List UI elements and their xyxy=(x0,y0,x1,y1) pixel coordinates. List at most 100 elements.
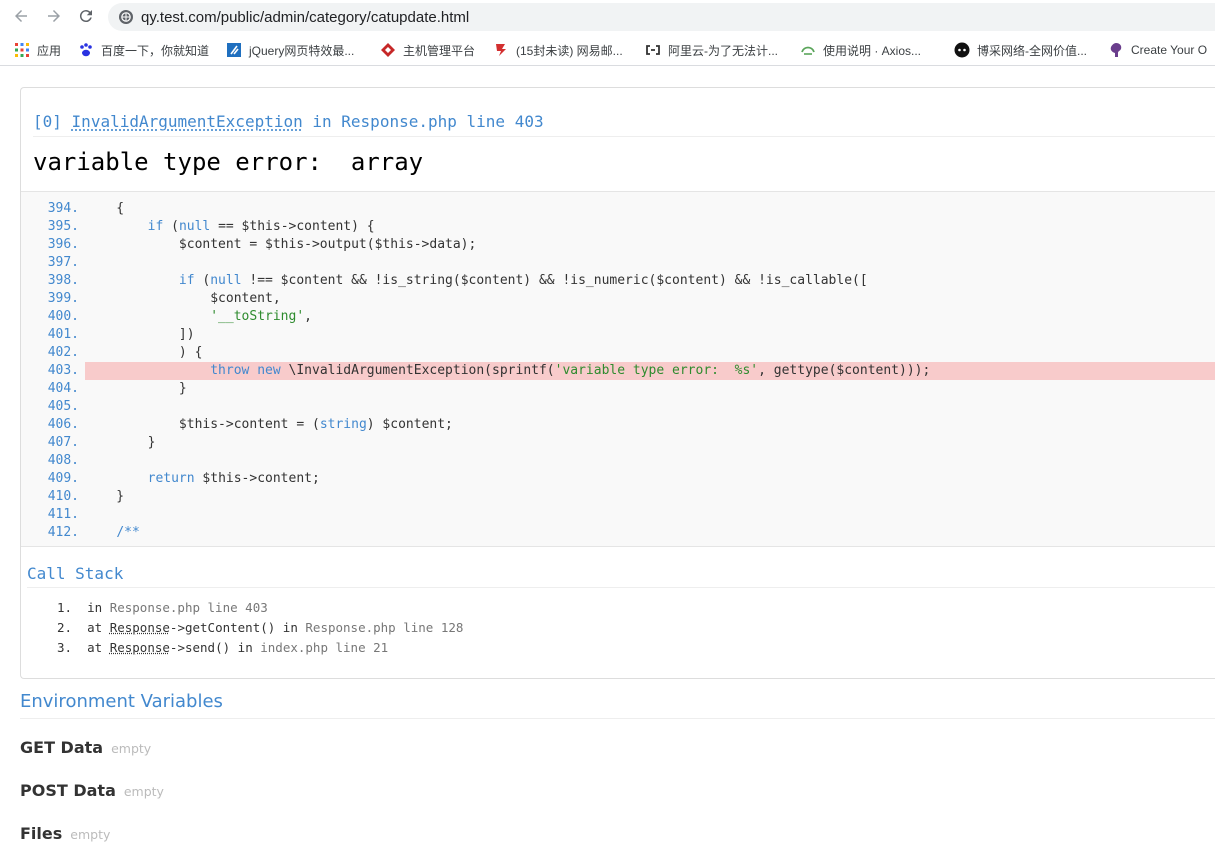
env-label: GET Data xyxy=(20,738,103,757)
env-value: empty xyxy=(124,784,164,799)
stack-number: 1. xyxy=(57,600,72,615)
call-stack-item: 2. at Response->getContent() in Response… xyxy=(57,620,463,635)
jquery-icon xyxy=(226,42,242,58)
bookmark-label: 使用说明 · Axios... xyxy=(823,42,921,59)
bookmark-label: 百度一下，你就知道 xyxy=(101,42,209,59)
netease-mail-icon xyxy=(493,42,509,58)
code-text: { xyxy=(85,200,124,218)
host-panel-icon xyxy=(380,42,396,58)
forward-button[interactable] xyxy=(42,4,66,28)
code-line: 405. xyxy=(21,398,1215,416)
stack-class-link[interactable]: Response xyxy=(110,640,170,655)
code-line-highlighted: 403. throw new \InvalidArgumentException… xyxy=(21,362,1215,380)
line-number: 404. xyxy=(21,380,79,398)
bookmark-label: jQuery网页特效最... xyxy=(249,42,354,59)
bookmark-aliyun[interactable]: 阿里云-为了无法计... xyxy=(645,40,778,60)
stack-path: Response.php line 403 xyxy=(110,600,268,615)
exception-line-word: line xyxy=(467,112,506,131)
reload-button[interactable] xyxy=(74,4,98,28)
code-line: 412. /** xyxy=(21,524,1215,542)
stack-class-link[interactable]: Response xyxy=(110,620,170,635)
line-number: 401. xyxy=(21,326,79,344)
stack-in-word: in xyxy=(275,620,305,635)
bookmark-create[interactable]: Create Your O xyxy=(1108,40,1207,60)
arrow-left-icon xyxy=(12,7,30,25)
create-icon xyxy=(1108,42,1124,58)
site-info-icon[interactable] xyxy=(118,9,134,25)
code-line: 396. $content = $this->output($this->dat… xyxy=(21,236,1215,254)
line-number: 399. xyxy=(21,290,79,308)
exception-line: 403 xyxy=(515,112,544,131)
line-number: 411. xyxy=(21,506,79,524)
exception-title: [0] InvalidArgumentException in Response… xyxy=(33,112,544,131)
line-number: 400. xyxy=(21,308,79,326)
line-number: 410. xyxy=(21,488,79,506)
code-text: throw new \InvalidArgumentException(spri… xyxy=(85,362,930,380)
bookmark-bocai[interactable]: 博采网络-全网价值... xyxy=(954,40,1087,60)
call-stack-title: Call Stack xyxy=(27,564,123,583)
stack-prefix: in xyxy=(87,600,110,615)
stack-number: 3. xyxy=(57,640,72,655)
stack-prefix: at xyxy=(87,620,110,635)
code-line: 404. } xyxy=(21,380,1215,398)
code-text: } xyxy=(85,380,187,398)
code-line: 399. $content, xyxy=(21,290,1215,308)
code-text: ]) xyxy=(85,326,195,344)
divider xyxy=(27,587,1215,588)
reload-icon xyxy=(77,7,95,25)
line-number: 397. xyxy=(21,254,79,272)
env-value: empty xyxy=(111,741,151,756)
code-line: 407. } xyxy=(21,434,1215,452)
line-number: 396. xyxy=(21,236,79,254)
line-number: 408. xyxy=(21,452,79,470)
env-value: empty xyxy=(70,827,110,842)
divider xyxy=(20,718,1215,719)
code-text: ) { xyxy=(85,344,202,362)
bookmark-netease-mail[interactable]: (15封未读) 网易邮... xyxy=(493,40,623,60)
stack-path: Response.php line 128 xyxy=(305,620,463,635)
code-line: 411. xyxy=(21,506,1215,524)
apps-grid-icon xyxy=(14,42,30,58)
line-number: 403. xyxy=(21,362,79,380)
bookmark-axios[interactable]: 使用说明 · Axios... xyxy=(800,40,921,60)
line-number: 398. xyxy=(21,272,79,290)
bookmark-label: Create Your O xyxy=(1131,43,1207,57)
stack-in-word: in xyxy=(230,640,260,655)
axios-icon xyxy=(800,42,816,58)
call-stack-item: 1. in Response.php line 403 xyxy=(57,600,268,615)
exception-class-link[interactable]: InvalidArgumentException xyxy=(72,112,303,131)
bookmark-host-panel[interactable]: 主机管理平台 xyxy=(380,40,475,60)
line-number: 407. xyxy=(21,434,79,452)
environment-title: Environment Variables xyxy=(20,691,223,712)
back-button[interactable] xyxy=(9,4,33,28)
stack-method: ->send() xyxy=(170,640,230,655)
exception-panel: [0] InvalidArgumentException in Response… xyxy=(20,87,1215,679)
bocai-icon xyxy=(954,42,970,58)
code-line: 398. if (null !== $content && !is_string… xyxy=(21,272,1215,290)
code-line: 406. $this->content = (string) $content; xyxy=(21,416,1215,434)
bookmark-label: 应用 xyxy=(37,42,61,59)
exception-header: [0] InvalidArgumentException in Response… xyxy=(21,88,1215,192)
code-line: 397. xyxy=(21,254,1215,272)
code-line: 401. ]) xyxy=(21,326,1215,344)
code-text: $content, xyxy=(85,290,281,308)
line-number: 405. xyxy=(21,398,79,416)
code-text: '__toString', xyxy=(85,308,312,326)
url-text[interactable]: qy.test.com/public/admin/category/catupd… xyxy=(141,9,469,26)
address-bar[interactable]: qy.test.com/public/admin/category/catupd… xyxy=(108,3,1215,31)
env-row: GET Data empty xyxy=(20,738,151,757)
source-code-block: 394. {395. if (null == $this->content) {… xyxy=(21,192,1215,547)
code-text: $content = $this->output($this->data); xyxy=(85,236,476,254)
code-text: if (null !== $content && !is_string($con… xyxy=(85,272,868,290)
aliyun-icon xyxy=(645,42,661,58)
code-text: /** xyxy=(85,524,140,542)
exception-message: variable type error: array xyxy=(33,148,423,176)
code-line: 402. ) { xyxy=(21,344,1215,362)
bookmark-jquery[interactable]: jQuery网页特效最... xyxy=(226,40,354,60)
bookmark-apps[interactable]: 应用 xyxy=(14,40,61,60)
code-line: 409. return $this->content; xyxy=(21,470,1215,488)
line-number: 394. xyxy=(21,200,79,218)
divider xyxy=(33,136,1215,137)
bookmark-baidu[interactable]: 百度一下，你就知道 xyxy=(78,40,209,60)
bookmark-label: 博采网络-全网价值... xyxy=(977,42,1087,59)
